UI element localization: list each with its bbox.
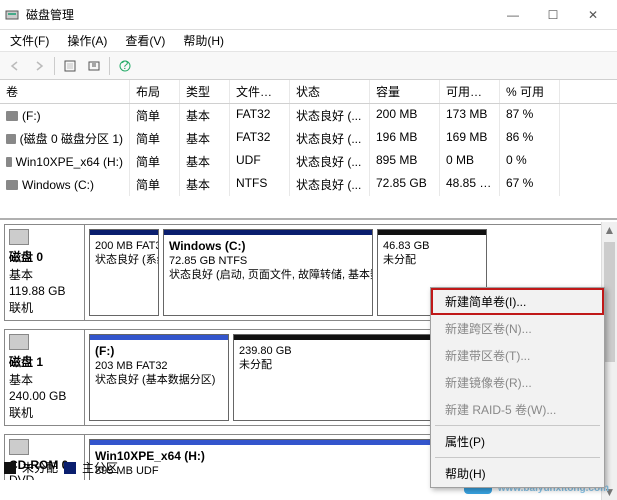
col-pctfree[interactable]: % 可用 [500, 80, 560, 103]
menu-new-striped-volume: 新建带区卷(T)... [431, 342, 604, 369]
legend-unallocated-swatch [4, 462, 16, 474]
maximize-button[interactable]: ☐ [533, 1, 573, 29]
refresh-button[interactable] [59, 55, 81, 77]
svg-text:?: ? [122, 60, 129, 72]
scroll-thumb[interactable] [604, 242, 615, 362]
volume-icon [6, 111, 18, 121]
disk-icon [9, 439, 29, 455]
partition[interactable]: (F:)203 MB FAT32状态良好 (基本数据分区) [89, 334, 229, 421]
menu-view[interactable]: 查看(V) [121, 30, 169, 51]
volume-row[interactable]: Win10XPE_x64 (H:)简单基本UDF状态良好 (...895 MB0… [0, 150, 617, 173]
partition[interactable]: 200 MB FAT32状态良好 (系统, 基本 [89, 229, 159, 316]
volume-row[interactable]: (磁盘 0 磁盘分区 1)简单基本FAT32状态良好 (...196 MB169… [0, 127, 617, 150]
volume-row[interactable]: (F:)简单基本FAT32状态良好 (...200 MB173 MB87 % [0, 104, 617, 127]
menu-new-mirrored-volume: 新建镜像卷(R)... [431, 369, 604, 396]
volume-list: 卷 布局 类型 文件系统 状态 容量 可用空间 % 可用 (F:)简单基本FAT… [0, 80, 617, 220]
volume-icon [6, 157, 12, 167]
settings-button[interactable] [83, 55, 105, 77]
menu-bar: 文件(F) 操作(A) 查看(V) 帮助(H) [0, 30, 617, 52]
back-button[interactable] [4, 55, 26, 77]
app-icon [4, 7, 20, 23]
menu-new-spanned-volume: 新建跨区卷(N)... [431, 315, 604, 342]
menu-action[interactable]: 操作(A) [63, 30, 111, 51]
minimize-button[interactable]: — [493, 1, 533, 29]
context-menu: 新建简单卷(I)... 新建跨区卷(N)... 新建带区卷(T)... 新建镜像… [430, 287, 605, 488]
legend-primary-label: 主分区 [82, 459, 118, 476]
scroll-up-icon[interactable]: ▲ [602, 222, 617, 238]
legend-primary-swatch [64, 462, 76, 474]
menu-new-raid5-volume: 新建 RAID-5 卷(W)... [431, 396, 604, 423]
col-type[interactable]: 类型 [180, 80, 230, 103]
col-capacity[interactable]: 容量 [370, 80, 440, 103]
volume-list-header: 卷 布局 类型 文件系统 状态 容量 可用空间 % 可用 [0, 80, 617, 104]
close-button[interactable]: ✕ [573, 1, 613, 29]
col-free[interactable]: 可用空间 [440, 80, 500, 103]
menu-separator [435, 425, 600, 426]
partition[interactable]: Windows (C:)72.85 GB NTFS状态良好 (启动, 页面文件,… [163, 229, 373, 316]
col-fs[interactable]: 文件系统 [230, 80, 290, 103]
disk-info[interactable]: 磁盘 1基本240.00 GB联机 [5, 330, 85, 425]
menu-file[interactable]: 文件(F) [6, 30, 53, 51]
volume-row[interactable]: Windows (C:)简单基本NTFS状态良好 (...72.85 GB48.… [0, 173, 617, 196]
menu-properties[interactable]: 属性(P) [431, 428, 604, 455]
volume-icon [6, 180, 18, 190]
title-bar: 磁盘管理 — ☐ ✕ [0, 0, 617, 30]
help-button[interactable]: ? [114, 55, 136, 77]
legend: 未分配 主分区 [4, 459, 118, 476]
disk-icon [9, 229, 29, 245]
forward-button[interactable] [28, 55, 50, 77]
partition[interactable]: Win10XPE_x64 (H:)895 MB UDF [89, 439, 479, 480]
toolbar: ? [0, 52, 617, 80]
legend-unallocated-label: 未分配 [22, 459, 58, 476]
menu-new-simple-volume[interactable]: 新建简单卷(I)... [431, 288, 604, 315]
window-title: 磁盘管理 [26, 6, 493, 23]
toolbar-separator [54, 57, 55, 75]
menu-help[interactable]: 帮助(H) [431, 460, 604, 487]
col-status[interactable]: 状态 [290, 80, 370, 103]
volume-icon [6, 134, 16, 144]
toolbar-separator [109, 57, 110, 75]
col-volume[interactable]: 卷 [0, 80, 130, 103]
menu-help[interactable]: 帮助(H) [179, 30, 228, 51]
menu-separator [435, 457, 600, 458]
disk-info[interactable]: 磁盘 0基本119.88 GB联机 [5, 225, 85, 320]
disk-icon [9, 334, 29, 350]
col-layout[interactable]: 布局 [130, 80, 180, 103]
